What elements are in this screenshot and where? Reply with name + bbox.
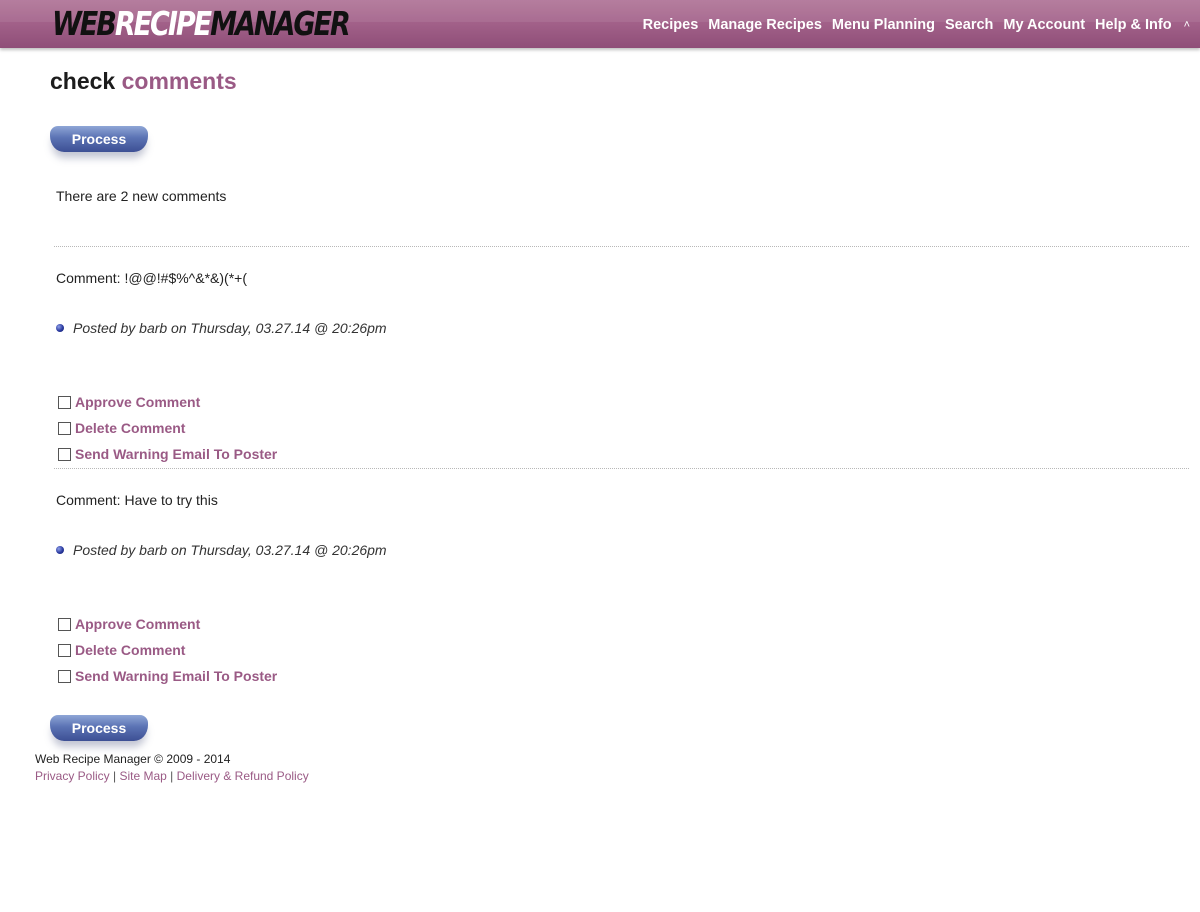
delivery-refund-policy-link[interactable]: Delivery & Refund Policy [177,769,309,783]
nav-recipes[interactable]: Recipes [643,17,699,33]
comment-text: Comment: !@@!#$%^&*&)(*+( [56,270,247,286]
approve-checkbox[interactable] [58,617,71,631]
send-warning-label[interactable]: Send Warning Email To Poster [75,668,277,684]
comment-text: Comment: Have to try this [56,492,218,508]
comment-meta: Posted by barb on Thursday, 03.27.14 @ 2… [56,320,387,336]
nav-help-info[interactable]: Help & Info [1095,17,1172,33]
divider [54,246,1189,247]
nav-menu-planning[interactable]: Menu Planning [832,17,935,33]
delete-checkbox[interactable] [58,643,71,657]
approve-comment-option[interactable]: Approve Comment [58,394,200,410]
comment-meta: Posted by barb on Thursday, 03.27.14 @ 2… [56,542,387,558]
nav-my-account[interactable]: My Account [1003,17,1085,33]
page-title-word-check: check [50,68,116,94]
footer-separator: | [109,769,120,783]
delete-comment-option[interactable]: Delete Comment [58,420,185,436]
bullet-icon [56,546,64,554]
new-comments-count: There are 2 new comments [56,188,227,204]
nav-manage-recipes[interactable]: Manage Recipes [708,17,822,33]
approve-comment-label[interactable]: Approve Comment [75,394,200,410]
footer-separator: | [166,769,177,783]
process-button-bottom[interactable]: Process [50,715,148,741]
approve-comment-option[interactable]: Approve Comment [58,616,200,632]
send-warning-label[interactable]: Send Warning Email To Poster [75,446,277,462]
approve-comment-label[interactable]: Approve Comment [75,616,200,632]
footer-links: Privacy Policy | Site Map | Delivery & R… [35,769,309,783]
logo-part-manager: MANAGER [210,3,351,43]
site-map-link[interactable]: Site Map [119,769,166,783]
caret-up-icon[interactable]: ˄ [1184,19,1190,31]
delete-comment-option[interactable]: Delete Comment [58,642,185,658]
delete-comment-label[interactable]: Delete Comment [75,420,185,436]
posted-by-text: Posted by barb on Thursday, 03.27.14 @ 2… [73,320,387,336]
send-warning-checkbox[interactable] [58,669,71,683]
page-title-word-comments: comments [121,68,237,94]
site-logo[interactable]: WEB RECIPE MANAGER [52,1,351,45]
process-button-top[interactable]: Process [50,126,148,152]
logo-part-recipe: RECIPE [114,3,212,43]
nav-search[interactable]: Search [945,17,993,33]
page-title: check comments [50,68,237,95]
privacy-policy-link[interactable]: Privacy Policy [35,769,110,783]
send-warning-option[interactable]: Send Warning Email To Poster [58,668,277,684]
bullet-icon [56,324,64,332]
logo-part-web: WEB [52,3,117,43]
main-nav: Recipes Manage Recipes Menu Planning Sea… [633,0,1190,50]
header-bar: WEB RECIPE MANAGER Recipes Manage Recipes … [0,0,1200,48]
approve-checkbox[interactable] [58,395,71,409]
delete-comment-label[interactable]: Delete Comment [75,642,185,658]
posted-by-text: Posted by barb on Thursday, 03.27.14 @ 2… [73,542,387,558]
delete-checkbox[interactable] [58,421,71,435]
send-warning-checkbox[interactable] [58,447,71,461]
footer-copyright: Web Recipe Manager © 2009 - 2014 [35,752,231,766]
send-warning-option[interactable]: Send Warning Email To Poster [58,446,277,462]
divider [54,468,1189,469]
